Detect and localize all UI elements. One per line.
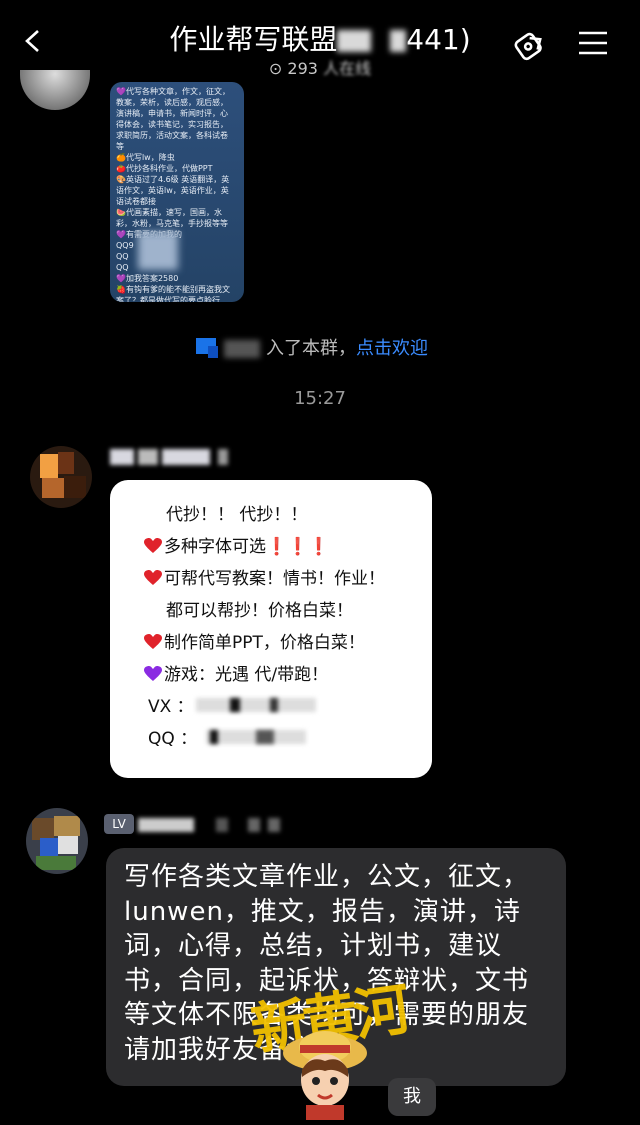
sender-avatar[interactable] [26, 808, 88, 874]
sender-name: LV [104, 812, 304, 836]
image-text-line: 求职简历，活动文案，各科试卷 [116, 131, 228, 140]
image-text-line: 🍊代写lw，降虫 [116, 153, 175, 162]
message-line: 制作简单PPT，价格白菜！ [144, 628, 365, 653]
image-text-line: 🍅代抄各科作业，代做PPT [116, 164, 213, 173]
message-line: 可帮代写教案！情书！作业！ [144, 564, 385, 589]
image-text-line: 💜代写各种文章，作文，征文， [116, 87, 230, 96]
image-text-line: 🍉代画素描，速写，国画，水 [116, 208, 222, 217]
image-text-line: 演讲稿，申请书，新闻时评，心 [116, 109, 228, 118]
join-text: 入了本群， [266, 338, 356, 359]
watermark-logo: 新黄河 [247, 975, 420, 1125]
welcome-link[interactable]: 点击欢迎 [356, 338, 428, 359]
image-text-line: 💜加我答案2580 [116, 274, 179, 283]
image-text-line: 得体会，读书笔记，实习报告， [116, 120, 228, 129]
image-text-line: 案了？都是做代写的要点脸行 [116, 296, 220, 302]
purple-heart-icon [144, 666, 162, 681]
menu-icon[interactable] [578, 30, 608, 56]
level-badge: LV [104, 814, 134, 834]
message-bubble[interactable]: 代抄！！ 代抄！！ 多种字体可选❗❗❗ 可帮代写教案！情书！作业！ 都可以帮抄！… [110, 480, 432, 778]
image-text-line: 语作文，英语lw，英语作业，英 [116, 186, 229, 195]
group-title: 作业帮写联盟 441) [169, 23, 471, 56]
redacted-name [224, 340, 260, 358]
redacted-area [138, 232, 178, 270]
redacted-vx [196, 698, 316, 712]
red-heart-icon [144, 538, 162, 553]
image-text-line: 语试卷都接 [116, 197, 156, 206]
share-icon[interactable] [512, 28, 552, 62]
image-text-line: 等 [116, 142, 124, 151]
image-text-line: 教案，荣析，读后感，观后感， [116, 98, 228, 107]
back-arrow-icon[interactable] [22, 30, 44, 52]
mascot-icon [283, 1031, 367, 1120]
vx-label: VX ： [148, 697, 194, 717]
qq-label: QQ ： [148, 729, 198, 749]
image-message[interactable]: 💜代写各种文章，作文，征文， 教案，荣析，读后感，观后感， 演讲稿，申请书，新闻时评… [110, 82, 244, 302]
red-heart-icon [144, 570, 162, 585]
image-text-line: 🎨英语过了4.6级 英语翻译，英 [116, 175, 230, 184]
member-count: ⊙ 293 人在线 [268, 59, 372, 78]
timestamp: 15:27 [294, 388, 346, 409]
message-line: 多种字体可选❗❗❗ [144, 532, 330, 557]
red-heart-icon [144, 634, 162, 649]
message-line: 游戏：光遇 代/带跑！ [144, 660, 328, 685]
sender-avatar[interactable] [30, 446, 92, 508]
message-line: 代抄！！ 代抄！！ [166, 505, 308, 525]
online-icon: ⊙ [268, 59, 283, 78]
chat-header: 作业帮写联盟 441) ⊙ 293 人在线 [0, 0, 640, 80]
join-notice: 入了本群，点击欢迎 [196, 332, 496, 362]
image-text-line: 🍓有钩有爹的能不能别再盗我文 [116, 285, 230, 294]
sender-name [110, 447, 230, 467]
sender-avatar[interactable] [20, 70, 90, 110]
message-line: 都可以帮抄！价格白菜！ [166, 601, 353, 621]
image-text-line: 彩，水粉，马克笔，手抄报等等 [116, 219, 228, 228]
